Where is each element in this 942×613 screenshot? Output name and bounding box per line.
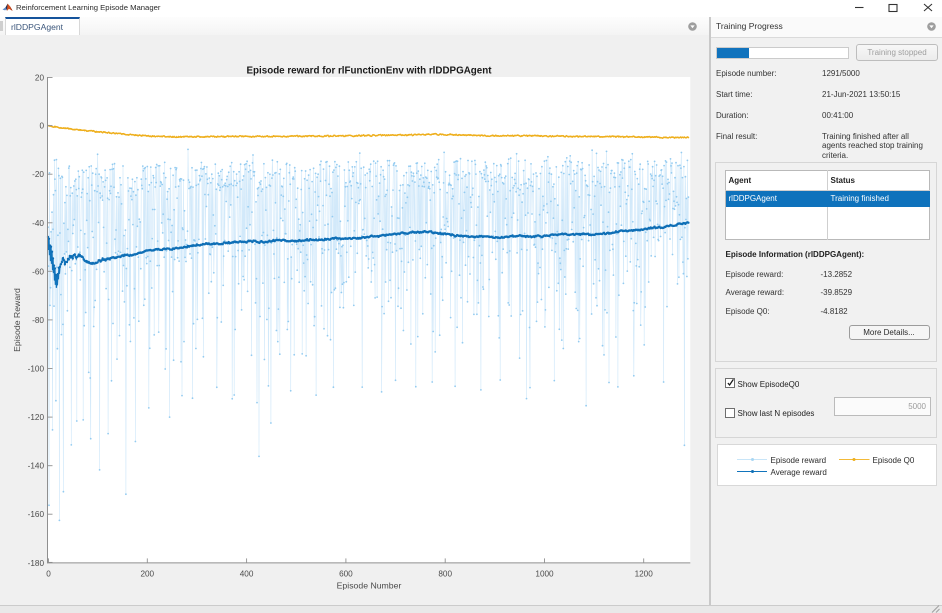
svg-text:-180: -180 bbox=[28, 559, 45, 568]
svg-text:Episode reward for rlFunctionE: Episode reward for rlFunctionEnv with rl… bbox=[247, 65, 493, 76]
svg-text:-80: -80 bbox=[32, 316, 44, 325]
svg-text:-100: -100 bbox=[28, 365, 45, 374]
svg-text:Episode Number: Episode Number bbox=[337, 581, 402, 591]
svg-text:1000: 1000 bbox=[535, 570, 554, 579]
svg-text:400: 400 bbox=[240, 570, 254, 579]
svg-text:20: 20 bbox=[35, 74, 45, 83]
svg-text:-40: -40 bbox=[32, 219, 44, 228]
svg-text:Episode Reward: Episode Reward bbox=[12, 288, 22, 352]
svg-text:0: 0 bbox=[46, 570, 51, 579]
svg-text:-20: -20 bbox=[32, 170, 44, 179]
svg-text:600: 600 bbox=[339, 570, 353, 579]
svg-text:-140: -140 bbox=[28, 462, 45, 471]
svg-text:0: 0 bbox=[39, 122, 44, 131]
svg-text:-160: -160 bbox=[28, 510, 45, 519]
svg-text:800: 800 bbox=[438, 570, 452, 579]
svg-text:-120: -120 bbox=[28, 413, 45, 422]
svg-text:1200: 1200 bbox=[635, 570, 654, 579]
svg-text:-60: -60 bbox=[32, 267, 44, 276]
svg-text:200: 200 bbox=[140, 570, 154, 579]
